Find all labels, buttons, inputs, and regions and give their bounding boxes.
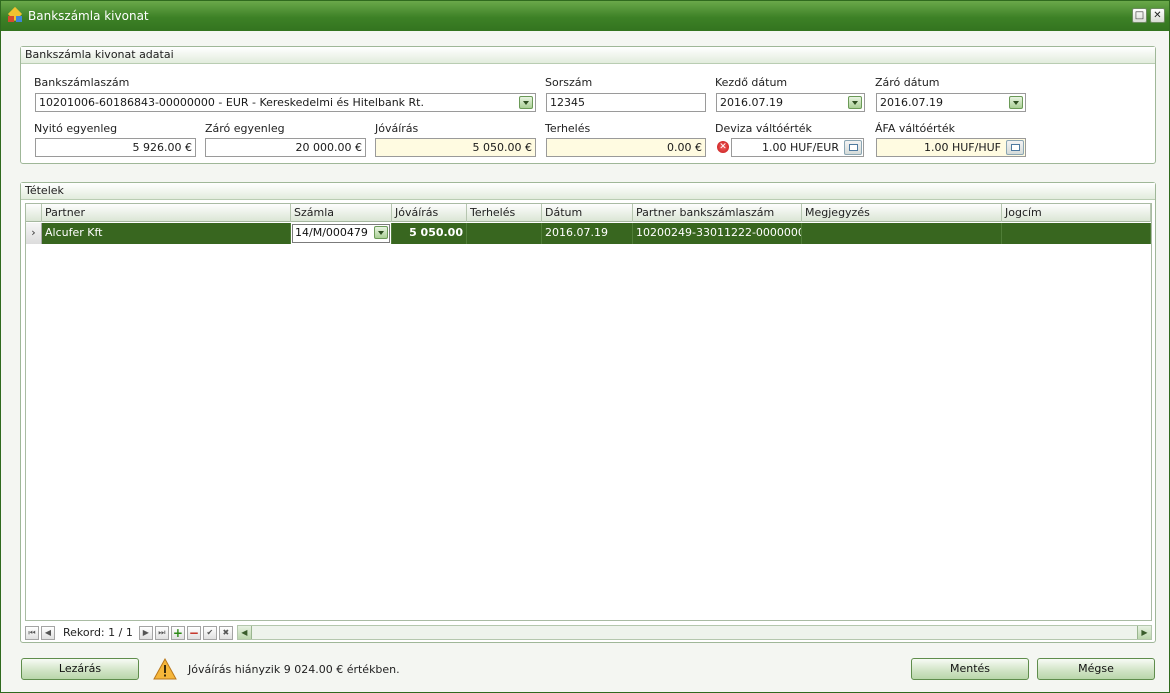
cancel-button[interactable]: Mégse [1037,658,1155,680]
status-message: Jóváírás hiányzik 9 024.00 € értékben. [188,663,400,676]
maximize-button[interactable]: □ [1132,8,1147,23]
row-indicator-header [26,204,42,222]
title-bar[interactable]: Bankszámla kivonat □ ✕ [1,1,1169,31]
vat-rate-label: ÁFA váltóérték [875,122,955,135]
opening-balance-label: Nyitó egyenleg [34,122,118,135]
confirm-edit-icon[interactable]: ✔ [202,625,217,640]
cell-partner-account[interactable]: 10200249-33011222-00000000 [633,223,802,244]
add-record-icon[interactable]: + [170,625,185,640]
serial-input[interactable]: 12345 [546,93,706,112]
currency-rate-input[interactable]: 1.00 HUF/EUR [731,138,864,157]
bank-statement-window: Bankszámla kivonat □ ✕ Bankszámla kivona… [0,0,1170,693]
chevron-down-icon[interactable] [1009,96,1023,109]
vat-rate-field[interactable]: 1.00 HUF/HUF [876,138,1026,157]
end-date-label: Záró dátum [875,76,940,89]
cell-date[interactable]: 2016.07.19 [542,223,633,244]
error-icon: ✕ [717,141,729,153]
end-date-value: 2016.07.19 [880,96,943,109]
save-button[interactable]: Mentés [911,658,1029,680]
cancel-edit-icon[interactable]: ✖ [218,625,233,640]
cell-debit[interactable] [467,223,542,244]
cell-title[interactable] [1002,223,1151,244]
horizontal-scrollbar[interactable]: ◀ ▶ [236,625,1152,640]
calculator-icon[interactable] [844,140,862,155]
next-record-icon[interactable]: ▶ [138,625,153,640]
column-header-note[interactable]: Megjegyzés [802,204,1002,222]
invoice-value: 14/M/000479 [295,226,368,239]
cell-note[interactable] [802,223,1002,244]
items-group: Tételek Partner Számla Jóváírás Terhelés… [20,182,1156,643]
close-button[interactable]: ✕ [1150,8,1165,23]
end-date-picker[interactable]: 2016.07.19 [876,93,1026,112]
calculator-icon[interactable] [1006,140,1024,155]
statement-details-header: Bankszámla kivonat adatai [21,47,1155,64]
currency-rate-value: 1.00 HUF/EUR [762,141,839,154]
column-header-partner[interactable]: Partner [42,204,291,222]
cell-partner[interactable]: Alcufer Kft [42,223,291,244]
chevron-down-icon[interactable] [374,226,388,239]
last-record-icon[interactable]: ⏭ [154,625,169,640]
prev-record-icon[interactable]: ◀ [41,625,55,640]
closing-balance-label: Záró egyenleg [205,122,285,135]
bank-account-label: Bankszámlaszám [34,76,130,89]
column-header-credit[interactable]: Jóváírás [392,204,467,222]
credit-label: Jóváírás [375,122,419,135]
start-date-label: Kezdő dátum [715,76,788,89]
grid-header-row: Partner Számla Jóváírás Terhelés Dátum P… [26,204,1151,222]
start-date-value: 2016.07.19 [720,96,783,109]
column-header-invoice[interactable]: Számla [291,204,392,222]
scroll-right-icon[interactable]: ▶ [1137,626,1151,639]
column-header-title[interactable]: Jogcím [1002,204,1151,222]
opening-balance-input[interactable]: 5 926.00 € [35,138,196,157]
first-record-icon[interactable]: ⏮ [25,625,39,640]
delete-record-icon[interactable]: − [186,625,201,640]
credit-field: 5 050.00 € [375,138,536,157]
column-header-debit[interactable]: Terhelés [467,204,542,222]
cell-invoice-editor[interactable]: 14/M/000479 [291,223,392,244]
warning-icon [153,658,177,680]
row-indicator-icon: › [26,223,42,244]
debit-field: 0.00 € [546,138,706,157]
chevron-down-icon[interactable] [848,96,862,109]
items-header: Tételek [21,183,1155,200]
chevron-down-icon[interactable] [519,96,533,109]
record-counter: Rekord: 1 / 1 [63,626,133,639]
column-header-partner-account[interactable]: Partner bankszámlaszám [633,204,802,222]
close-statement-button[interactable]: Lezárás [21,658,139,680]
cell-credit[interactable]: 5 050.00 [392,223,467,244]
column-header-date[interactable]: Dátum [542,204,633,222]
record-navigator: ⏮ ◀ Rekord: 1 / 1 ▶ ⏭ + − ✔ ✖ ◀ ▶ [25,624,1152,641]
table-row[interactable]: › Alcufer Kft 14/M/000479 5 050.00 2016.… [26,223,1151,244]
closing-balance-input[interactable]: 20 000.00 € [205,138,366,157]
serial-label: Sorszám [545,76,593,89]
bank-account-value: 10201006-60186843-00000000 - EUR - Keres… [39,96,424,109]
bank-account-select[interactable]: 10201006-60186843-00000000 - EUR - Keres… [35,93,536,112]
statement-details-group: Bankszámla kivonat adatai Bankszámlaszám… [20,46,1156,164]
window-title: Bankszámla kivonat [28,9,149,23]
scroll-left-icon[interactable]: ◀ [237,626,252,639]
items-grid[interactable]: Partner Számla Jóváírás Terhelés Dátum P… [25,203,1152,621]
vat-rate-value: 1.00 HUF/HUF [924,141,1001,154]
debit-label: Terhelés [545,122,591,135]
app-icon [7,6,23,24]
currency-rate-label: Deviza váltóérték [715,122,812,135]
start-date-picker[interactable]: 2016.07.19 [716,93,865,112]
